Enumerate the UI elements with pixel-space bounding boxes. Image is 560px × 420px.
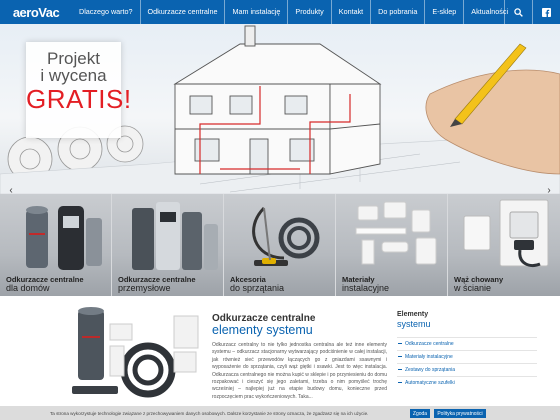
hero-slider[interactable]: Projekt i wycena GRATIS! ‹ › [0, 24, 560, 194]
category-subtitle: dla domów [6, 283, 50, 293]
sidebar-subtitle: systemu [397, 319, 431, 329]
facebook-button[interactable] [532, 0, 560, 24]
search-button[interactable] [504, 0, 532, 24]
sidebar-title: Elementy [397, 311, 429, 318]
cleaning-accessories-image [252, 206, 320, 266]
chevron-right-icon: › [547, 185, 551, 195]
category-tiles: Odkurzacze centralne dla domów Odkurzacz… [0, 194, 560, 296]
cookie-accept-button[interactable]: Zgoda [410, 409, 430, 418]
category-subtitle: do sprzątania [230, 283, 285, 293]
category-tile-home-vacuums[interactable]: Odkurzacze centralne dla domów [0, 194, 112, 296]
content-section: Odkurzacze centralne elementy systemu Od… [0, 296, 560, 406]
category-subtitle: przemysłowe [118, 283, 171, 293]
category-label: Akcesoria do sprzątania [230, 275, 284, 293]
retractable-hose-image [463, 199, 549, 267]
privacy-policy-button[interactable]: Polityka prywatności [434, 409, 486, 418]
promo-box[interactable]: Projekt i wycena GRATIS! [26, 42, 132, 138]
facebook-icon [542, 7, 551, 17]
logo-text: aeroVac [12, 4, 60, 20]
slider-next-button[interactable]: › [544, 185, 554, 195]
sidebar-link-automatic-dustpans[interactable]: Automatyczne szufelki [397, 376, 537, 389]
category-tile-retractable-hose[interactable]: Wąż chowany w ścianie [448, 194, 560, 296]
menu-item-mam-instalacje[interactable]: Mam instalację [224, 0, 287, 24]
central-vacuum-units-image [26, 206, 102, 270]
house-drawing [173, 25, 382, 175]
promo-line-2: i wycena [40, 66, 107, 85]
industrial-vacuum-units-image [132, 202, 218, 270]
menu-item-kontakt[interactable]: Kontakt [330, 0, 370, 24]
menu-item-odkurzacze-centralne[interactable]: Odkurzacze centralne [139, 0, 225, 24]
menu-item-produkty[interactable]: Produkty [287, 0, 330, 24]
search-icon [514, 7, 523, 17]
category-tile-industrial-vacuums[interactable]: Odkurzacze centralne przemysłowe [112, 194, 224, 296]
nav-icons [504, 0, 560, 24]
main-menu: Dlaczego warto? Odkurzacze centralne Mam… [72, 0, 515, 24]
chevron-left-icon: ‹ [9, 185, 13, 195]
sidebar-link-installation-materials[interactable]: Materiały instalacyjne [397, 350, 537, 363]
system-elements-image [72, 307, 199, 398]
category-subtitle: instalacyjne [342, 283, 390, 293]
category-label: Odkurzacze centralne dla domów [6, 275, 84, 293]
category-label: Odkurzacze centralne przemysłowe [118, 275, 196, 293]
cookie-text: Ta strona wykorzystuje technologie związ… [50, 410, 369, 416]
logo[interactable]: aeroVac [0, 0, 72, 24]
article-subtitle: elementy systemu [212, 323, 313, 337]
menu-item-do-pobrania[interactable]: Do pobrania [370, 0, 424, 24]
promo-line-1: Projekt [47, 49, 100, 68]
sidebar-link-central-vacuums[interactable]: Odkurzacze centralne [397, 337, 537, 350]
top-navigation: aeroVac Dlaczego warto? Odkurzacze centr… [0, 0, 560, 24]
menu-item-e-sklep[interactable]: E-sklep [424, 0, 463, 24]
cookie-bar: Ta strona wykorzystuje technologie związ… [0, 406, 560, 420]
category-tile-materials[interactable]: Materiały instalacyjne [336, 194, 448, 296]
category-label: Materiały instalacyjne [342, 275, 389, 293]
article-body: Odkurzacz centralny to nie tylko jednost… [212, 342, 387, 400]
category-label: Wąż chowany w ścianie [454, 275, 503, 293]
menu-item-dlaczego-warto[interactable]: Dlaczego warto? [72, 0, 140, 24]
category-tile-accessories[interactable]: Akcesoria do sprzątania [224, 194, 336, 296]
slider-prev-button[interactable]: ‹ [6, 185, 16, 195]
sidebar-link-cleaning-sets[interactable]: Zestawy do sprzątania [397, 363, 537, 376]
installation-materials-image [355, 201, 437, 265]
promo-gratis: GRATIS! [26, 84, 132, 114]
sidebar-system-elements: Elementy systemu Odkurzacze centralne Ma… [397, 310, 537, 389]
category-subtitle: w ścianie [454, 283, 492, 293]
